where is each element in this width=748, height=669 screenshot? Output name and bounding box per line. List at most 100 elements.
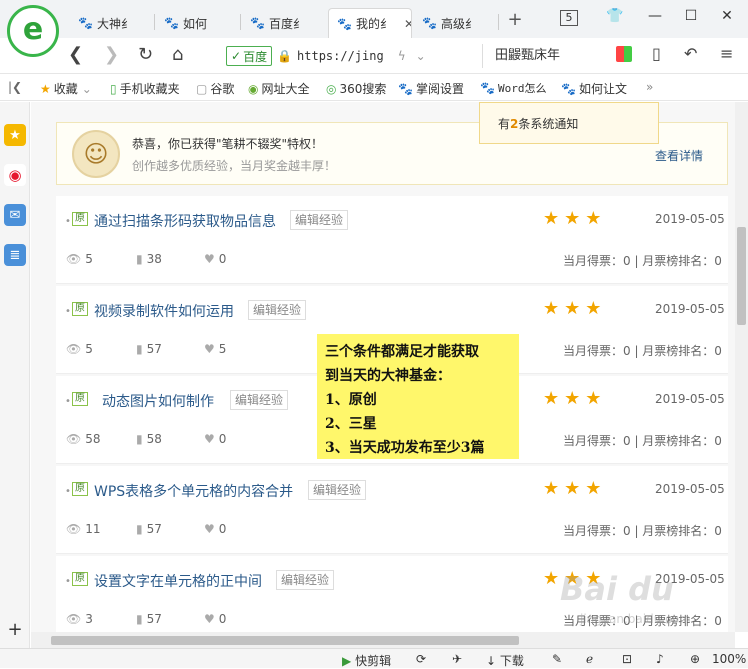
zoom-icon[interactable]: ⊕: [690, 652, 700, 666]
maximize-icon[interactable]: ☐: [680, 8, 702, 24]
speed-icon[interactable]: ⟳: [416, 652, 426, 666]
search-input[interactable]: 田鼹甄床年: [482, 44, 590, 68]
tab-4[interactable]: 🐾 高级纟: [414, 8, 498, 38]
vertical-scrollbar[interactable]: [735, 102, 748, 632]
clip-button[interactable]: ▶ 快剪辑: [342, 652, 391, 669]
close-window-icon[interactable]: ✕: [716, 8, 738, 24]
favorites-star-icon[interactable]: ★: [4, 124, 26, 146]
bookmark-label: 掌阅设置: [415, 82, 464, 96]
likes-count: 0: [218, 522, 227, 536]
bookmark-label: 360搜索: [339, 82, 387, 96]
system-notice-popup[interactable]: 有2条系统通知: [479, 102, 659, 144]
ie-icon[interactable]: ℯ: [586, 652, 593, 666]
bookmark-label: 手机收藏夹: [119, 82, 180, 96]
edit-experience-button[interactable]: 编辑经验: [290, 210, 349, 230]
paw-icon: 🐾: [561, 81, 576, 96]
paw-icon: 🐾: [250, 16, 265, 30]
zoom-level[interactable]: 100%: [712, 652, 746, 666]
new-tab-button[interactable]: +: [504, 9, 526, 30]
votes-stat: ▮ 58: [136, 432, 162, 446]
refresh-icon[interactable]: ↻: [138, 44, 153, 65]
menu-icon[interactable]: ≡: [720, 44, 733, 63]
star-rating: ★★★: [543, 388, 607, 409]
more-bookmarks-button[interactable]: »: [646, 80, 653, 94]
weibo-icon[interactable]: ◉: [4, 164, 26, 186]
original-badge: 原: [72, 392, 88, 406]
callout-line: 三个条件都满足才能获取: [325, 344, 479, 360]
article-title-link[interactable]: 视频录制软件如何运用: [94, 301, 234, 321]
heart-icon: ♥: [204, 252, 215, 266]
browser-logo[interactable]: e: [7, 5, 59, 57]
tab-1[interactable]: 🐾 如何: [156, 8, 240, 38]
list-item: • 原 WPS表格多个单元格的内容合并 编辑经验 ★★★ 2019-05-05 …: [56, 466, 728, 554]
article-title-link[interactable]: 通过扫描条形码获取物品信息: [94, 211, 276, 231]
bookmark-favorites[interactable]: ★ 收藏 ⌄: [40, 80, 92, 97]
bookmark-word[interactable]: 🐾 Word怎么: [480, 80, 546, 96]
sound-icon[interactable]: ♪: [656, 652, 664, 666]
baidu-watermark-url: jingyan.baidu.com: [580, 612, 691, 626]
tab-0[interactable]: 🐾 大神纟: [70, 8, 154, 38]
minimize-icon[interactable]: —: [644, 8, 666, 24]
forward-icon[interactable]: ❯: [104, 44, 119, 65]
phone-icon[interactable]: ▯: [652, 44, 661, 63]
heart-icon: ♥: [204, 342, 215, 356]
likes-stat: ♥ 0: [204, 612, 226, 626]
views-count: 5: [85, 342, 93, 356]
monthly-rank: 当月得票：0 | 月票榜排名：0: [563, 524, 722, 538]
play-icon: ▶: [342, 654, 352, 668]
bookmark-zhangyue[interactable]: 🐾 掌阅设置: [398, 80, 464, 97]
chevron-down-icon[interactable]: ⌄: [416, 49, 426, 63]
views-count: 3: [85, 612, 93, 626]
document-icon[interactable]: ≣: [4, 244, 26, 266]
vertical-scroll-thumb[interactable]: [737, 227, 746, 325]
bookmark-mobile[interactable]: ▯ 手机收藏夹: [110, 80, 180, 97]
eye-icon: 👁: [66, 342, 82, 356]
edit-experience-button[interactable]: 编辑经验: [276, 570, 335, 590]
votes-count: 58: [146, 432, 162, 446]
brush-icon[interactable]: ✎: [552, 652, 562, 666]
apps-icon[interactable]: [616, 46, 632, 62]
bookmark-sites[interactable]: ◉ 网址大全: [248, 80, 310, 97]
download-button[interactable]: ↓ 下载: [486, 652, 524, 669]
mail-icon[interactable]: ✉: [4, 204, 26, 226]
screenshot-icon[interactable]: ⊡: [622, 652, 632, 666]
back-icon[interactable]: ❮: [68, 44, 83, 65]
url-text[interactable]: https://jing: [297, 49, 384, 63]
paw-icon: 🐾: [337, 16, 352, 31]
bookmark-google[interactable]: ▢ 谷歌: [196, 80, 234, 97]
tab-3-active[interactable]: 🐾我的纟 ✕: [328, 8, 412, 38]
add-icon[interactable]: +: [4, 618, 26, 640]
close-tab-icon[interactable]: ✕: [404, 17, 411, 31]
horizontal-scroll-thumb[interactable]: [51, 636, 519, 645]
trophy-person-icon: ☺: [72, 130, 120, 178]
lightning-icon[interactable]: ϟ: [398, 49, 406, 63]
bookmarks-bar: |❮ ★ 收藏 ⌄ ▯ 手机收藏夹 ▢ 谷歌 ◉ 网址大全 ◎ 360搜索 🐾 掌阅设置 🐾 W…: [0, 75, 748, 101]
home-icon[interactable]: ⌂: [172, 44, 183, 65]
tab-2[interactable]: 🐾 百度纟: [242, 8, 326, 38]
tab-count-badge[interactable]: 5: [560, 10, 578, 26]
edit-experience-button[interactable]: 编辑经验: [248, 300, 307, 320]
article-title-link[interactable]: WPS表格多个单元格的内容合并: [94, 481, 293, 501]
shirt-icon[interactable]: 👕: [604, 8, 626, 24]
sidebar-toggle-icon[interactable]: |❮: [8, 80, 22, 94]
left-sidebar: ★ ◉ ✉ ≣ +: [0, 102, 30, 648]
votes-count: 57: [146, 522, 162, 536]
horizontal-scrollbar[interactable]: [31, 632, 735, 648]
views-count: 58: [85, 432, 101, 446]
edit-experience-button[interactable]: 编辑经验: [308, 480, 367, 500]
annotation-callout: 三个条件都满足才能获取 到当天的大神基金： 1、原创 2、三星 3、当天成功发布…: [317, 334, 519, 459]
address-bar[interactable]: ✓ 百度 🔒 https://jing ϟ ⌄: [226, 44, 476, 68]
likes-count: 0: [218, 432, 227, 446]
bookmark-howto[interactable]: 🐾 如何让文: [561, 80, 627, 97]
view-details-link[interactable]: 查看详情: [655, 147, 703, 164]
article-title-link[interactable]: 设置文字在单元格的正中间: [94, 571, 262, 591]
bookmark-360[interactable]: ◎ 360搜索: [326, 80, 386, 97]
likes-count: 0: [218, 252, 227, 266]
undo-icon[interactable]: ↶: [684, 44, 697, 63]
likes-count: 0: [218, 612, 227, 626]
edit-experience-button[interactable]: 编辑经验: [230, 390, 289, 410]
article-title-link[interactable]: 动态图片如何制作: [102, 391, 214, 411]
likes-stat: ♥ 5: [204, 342, 226, 356]
plane-icon[interactable]: ✈: [452, 652, 462, 666]
original-badge: 原: [72, 302, 88, 316]
